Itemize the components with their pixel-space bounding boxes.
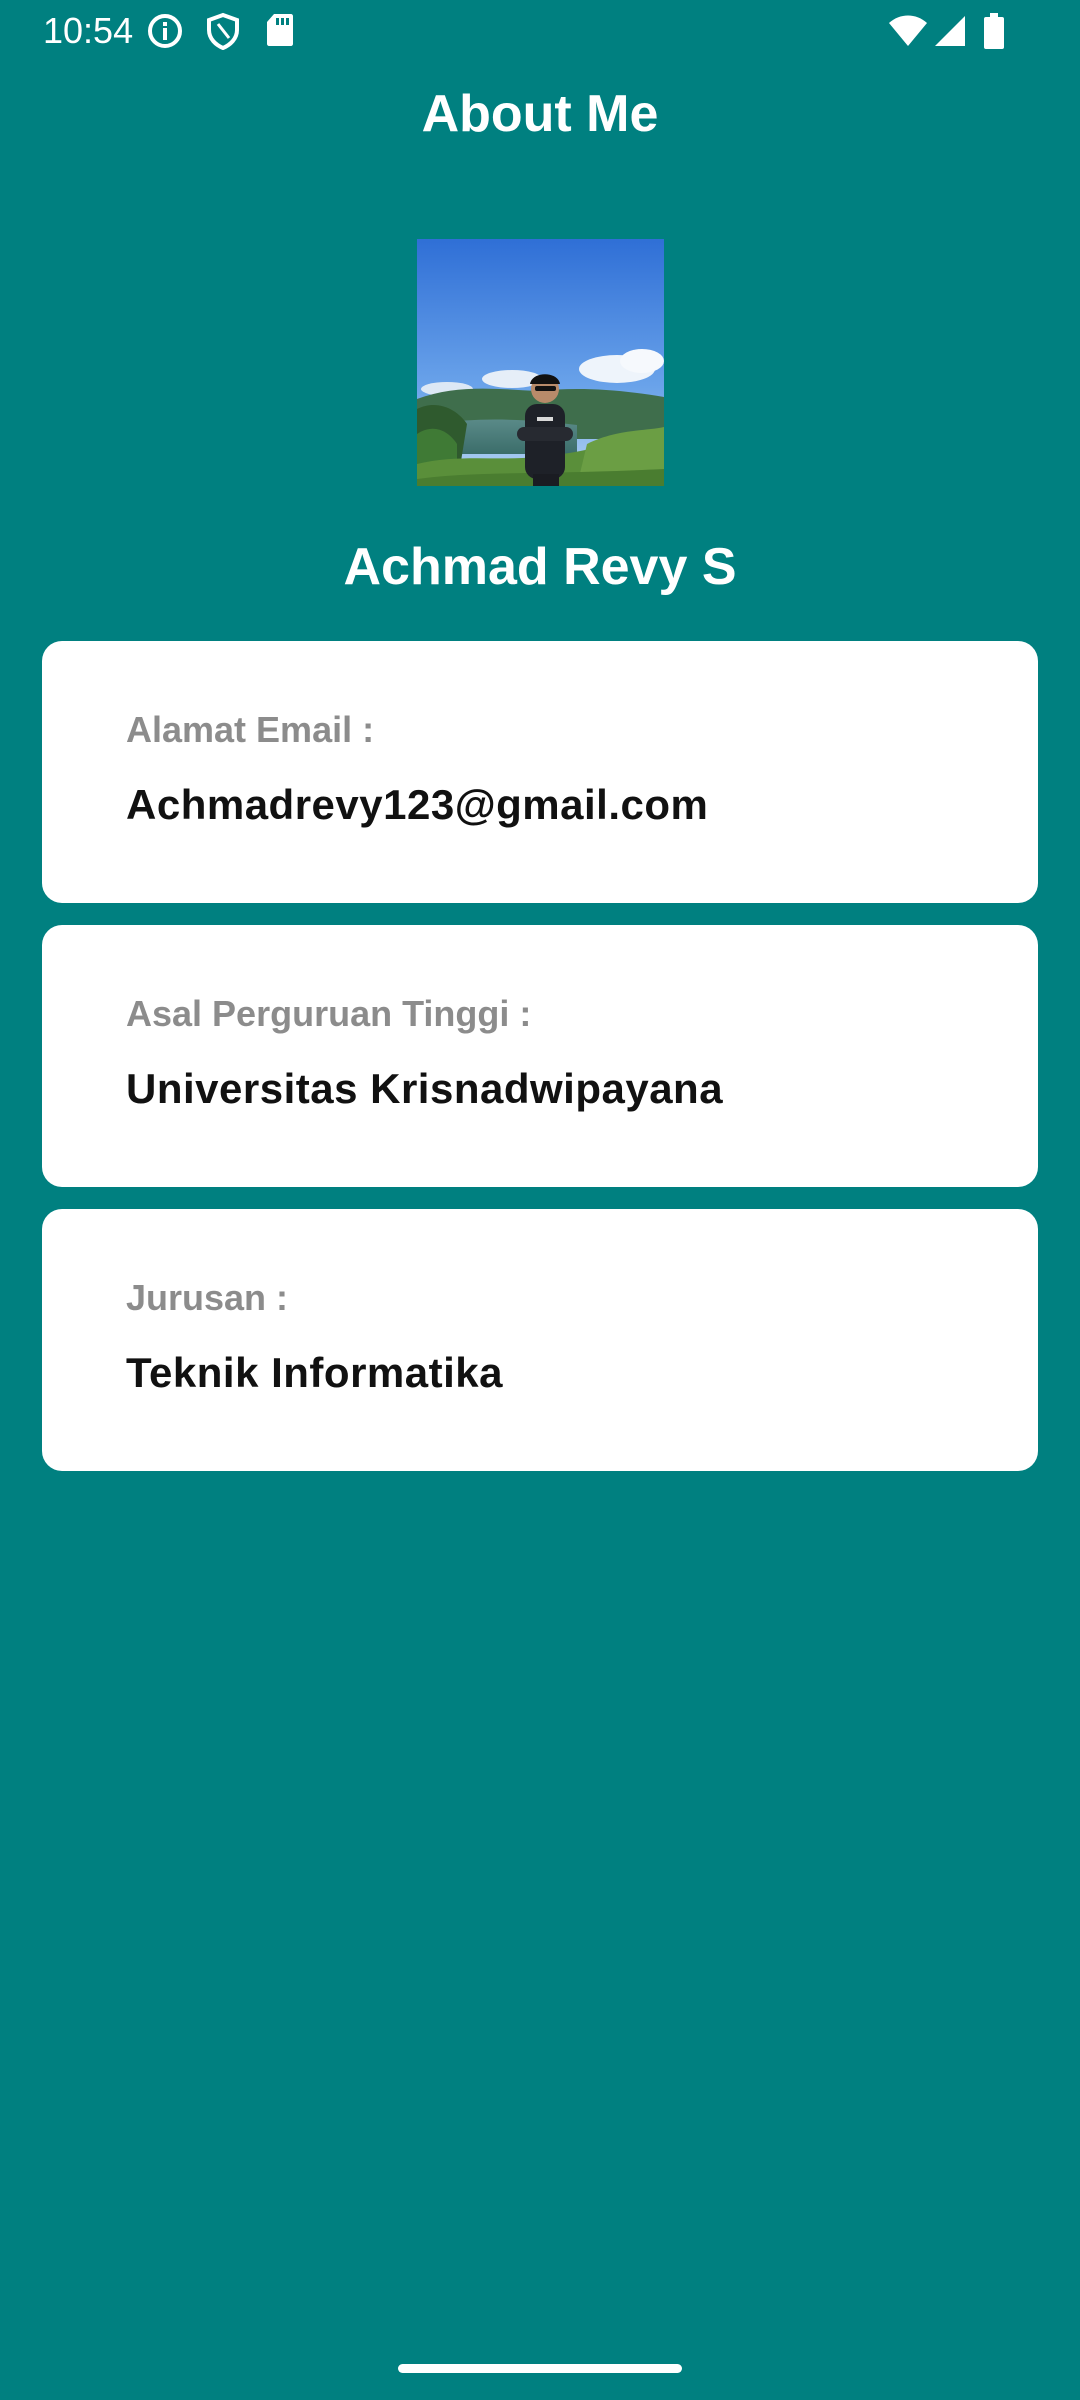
status-time: 10:54 <box>43 10 134 51</box>
signal-icon <box>933 14 967 53</box>
email-label: Alamat Email : <box>126 709 375 750</box>
university-card: Asal Perguruan Tinggi : Universitas Kris… <box>42 925 1038 1187</box>
major-card: Jurusan : Teknik Informatika <box>42 1209 1038 1471</box>
profile-name: Achmad Revy S <box>343 538 737 596</box>
sd-card-icon <box>265 12 295 53</box>
university-value: Universitas Krisnadwipayana <box>126 1065 724 1112</box>
major-label: Jurusan : <box>126 1277 289 1318</box>
shield-icon <box>205 12 241 55</box>
university-label: Asal Perguruan Tinggi : <box>126 993 532 1034</box>
profile-photo <box>417 239 664 486</box>
info-icon <box>146 12 184 55</box>
email-card: Alamat Email : Achmadrevy123@gmail.com <box>42 641 1038 903</box>
status-bar: 10:54 <box>0 0 1080 62</box>
email-value: Achmadrevy123@gmail.com <box>126 781 709 828</box>
home-indicator[interactable] <box>398 2364 682 2373</box>
page-title: About Me <box>421 85 659 143</box>
wifi-icon <box>888 14 928 53</box>
battery-icon <box>984 13 1004 54</box>
major-value: Teknik Informatika <box>126 1349 503 1396</box>
